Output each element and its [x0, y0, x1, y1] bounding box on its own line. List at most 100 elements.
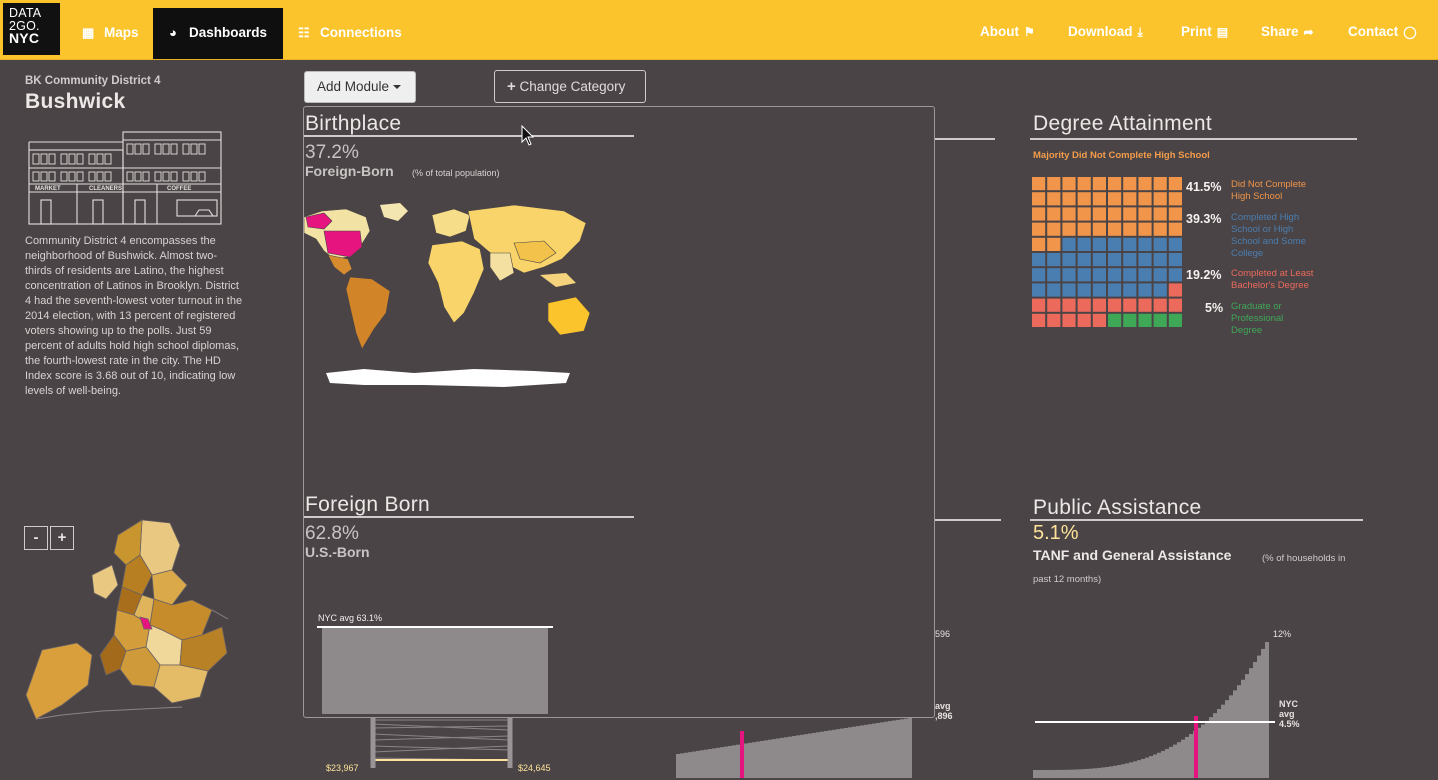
waffle-cell: [1092, 313, 1106, 327]
pa-distribution-bar: [1133, 761, 1137, 778]
nyc-district-map[interactable]: [22, 515, 232, 727]
pa-distribution-bar: [1081, 769, 1085, 778]
nav-share[interactable]: Share ➦: [1261, 17, 1314, 47]
waffle-cell: [1062, 177, 1076, 191]
waffle-cell: [1123, 253, 1137, 267]
pa-distribution-bar: [1125, 763, 1129, 778]
pa-avg-line-2: avg: [1279, 709, 1295, 719]
pa-distribution-bar: [1057, 769, 1061, 778]
degree-rule: [1030, 138, 1357, 140]
waffle-cell: [1092, 253, 1106, 267]
pa-distribution-bar: [1181, 739, 1185, 778]
waffle-cell: [1138, 253, 1152, 267]
pa-bushwick-bar: [1194, 716, 1198, 778]
waffle-cell: [1153, 222, 1167, 236]
caret-down-icon: [393, 85, 402, 90]
degree-note: Majority Did Not Complete High School: [1033, 150, 1210, 161]
waffle-cell: [1077, 237, 1091, 251]
waffle-cell: [1123, 207, 1137, 221]
add-module-label: Add Module: [317, 79, 390, 94]
nav-download[interactable]: Download ⤓: [1068, 17, 1143, 47]
waffle-cell: [1062, 237, 1076, 251]
middle-distribution-bar: [732, 745, 736, 778]
pa-distribution-bar: [1241, 679, 1245, 778]
middle-distribution-bar: [872, 723, 876, 778]
nav-print[interactable]: Print ▤: [1181, 17, 1228, 47]
waffle-cell: [1153, 177, 1167, 191]
middle-distribution-bar: [752, 742, 756, 778]
nav-maps-label: Maps: [104, 25, 139, 40]
sign-cleaners: CLEANERS: [89, 186, 122, 192]
waffle-cell: [1047, 253, 1061, 267]
pa-avg-label: NYC avg 4.5%: [1279, 699, 1300, 729]
hidden-module-rule: [935, 138, 995, 140]
waffle-cell: [1077, 207, 1091, 221]
district-description: Community District 4 encompasses the nei…: [25, 235, 243, 397]
waffle-cell: [1138, 313, 1152, 327]
waffle-cell: [1108, 237, 1122, 251]
waffle-cell: [1062, 313, 1076, 327]
pa-distribution-bar: [1061, 769, 1065, 778]
waffle-cell: [1168, 222, 1182, 236]
nav-dashboards-label: Dashboards: [189, 25, 268, 40]
pa-distribution-bar: [1205, 720, 1209, 778]
waffle-cell: [1138, 207, 1152, 221]
middle-distribution-bar: [804, 734, 808, 778]
nav-about[interactable]: About ⚑: [980, 17, 1035, 47]
waffle-cell: [1032, 222, 1046, 236]
public-assistance-note: (% of households in past 12 months): [1033, 553, 1346, 585]
pa-distribution-bar: [1177, 742, 1181, 778]
waffle-cell: [1047, 313, 1061, 327]
waffle-cell: [1108, 207, 1122, 221]
waffle-cell: [1153, 268, 1167, 282]
pa-avg-line-3: 4.5%: [1279, 719, 1300, 729]
add-module-button[interactable]: Add Module: [304, 71, 416, 103]
waffle-cell: [1077, 268, 1091, 282]
storefront-illustration: MARKET CLEANERS COFFEE: [28, 131, 222, 225]
nav-maps[interactable]: ▦ Maps: [80, 8, 139, 58]
middle-distribution-bar: [696, 750, 700, 778]
waffle-cell: [1032, 237, 1046, 251]
pa-distribution-bar: [1105, 766, 1109, 778]
foreign-born-label: U.S.-Born: [305, 544, 370, 560]
foreign-born-avg-label: NYC avg 63.1%: [318, 613, 383, 623]
pa-distribution-bar: [1073, 769, 1077, 778]
waffle-cell: [1032, 298, 1046, 312]
waffle-cell: [1062, 298, 1076, 312]
income-slope-chart: [370, 716, 513, 768]
hidden-module-rule-2: [935, 519, 1001, 521]
change-category-button[interactable]: + Change Category: [494, 70, 646, 103]
middle-chart-max-label: 596: [935, 629, 951, 639]
pie-chart-icon: ◕: [169, 25, 177, 40]
middle-distribution-bar: [844, 727, 848, 778]
waffle-cell: [1108, 253, 1122, 267]
district-label: BK Community District 4: [25, 75, 161, 87]
pa-distribution-bar: [1245, 674, 1249, 778]
middle-distribution-bar: [700, 750, 704, 778]
public-assistance-title: Public Assistance: [1033, 496, 1202, 519]
plus-icon: +: [507, 78, 516, 95]
waffle-cell: [1123, 192, 1137, 206]
pa-distribution-bar: [1145, 757, 1149, 778]
degree-attainment-title: Degree Attainment: [1033, 112, 1213, 135]
waffle-cell: [1047, 192, 1061, 206]
degree-pct-2: 39.3%: [1186, 212, 1222, 226]
nav-dashboards[interactable]: ◕ Dashboards: [153, 8, 284, 59]
waffle-cell: [1032, 313, 1046, 327]
public-assistance-rule: [1030, 519, 1363, 521]
waffle-cell: [1092, 237, 1106, 251]
nav-connections[interactable]: ☷ Connections: [296, 8, 402, 58]
nav-contact[interactable]: Contact ◯: [1348, 17, 1417, 47]
waffle-cell: [1077, 298, 1091, 312]
middle-distribution-bar: [744, 743, 748, 778]
waffle-cell: [1168, 207, 1182, 221]
data2go-logo[interactable]: DATA 2GO. NYC: [3, 3, 60, 55]
waffle-cell: [1062, 268, 1076, 282]
waffle-cell: [1168, 177, 1182, 191]
waffle-cell: [1108, 268, 1122, 282]
middle-distribution-bar: [780, 737, 784, 778]
middle-distribution-bar: [748, 742, 752, 778]
add-module-preview-panel[interactable]: Birthplace 37.2% Foreign-Born (% of tota…: [303, 106, 935, 718]
share-icon: ➦: [1303, 25, 1314, 39]
middle-distribution-bar: [720, 747, 724, 778]
